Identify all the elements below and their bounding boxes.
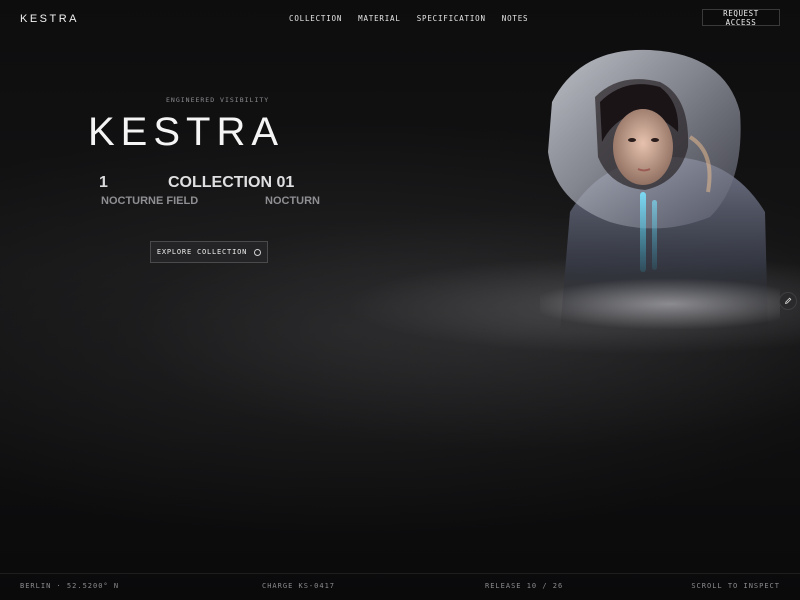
brand-logo[interactable]: KESTRA <box>20 13 79 25</box>
ticker-subtitle-left: NOCTURNE FIELD <box>101 195 199 207</box>
request-access-button[interactable]: REQUEST ACCESS <box>702 9 780 27</box>
hero-title: KESTRA <box>88 110 285 154</box>
nav-collection[interactable]: COLLECTION <box>289 14 342 23</box>
nav-notes[interactable]: NOTES <box>502 14 529 23</box>
ticker-collection-label: COLLECTION 01 <box>168 174 295 191</box>
edit-button[interactable] <box>779 292 797 310</box>
footer-release: RELEASE 10 / 26 <box>485 582 564 590</box>
explore-button-label: EXPLORE COLLECTION <box>156 248 248 256</box>
nav-material[interactable]: MATERIAL <box>358 14 401 23</box>
circle-icon <box>254 248 262 256</box>
pencil-icon <box>785 297 792 304</box>
ticker-subtitle-right: NOCTURN <box>265 195 320 207</box>
main-nav: COLLECTION MATERIAL SPECIFICATION NOTES <box>289 14 528 23</box>
footer-charge: CHARGE KS-0417 <box>262 582 336 590</box>
hero-eyebrow: ENGINEERED VISIBILITY <box>166 96 270 104</box>
ticker-number: 1 <box>99 174 108 191</box>
explore-collection-button[interactable]: EXPLORE COLLECTION <box>150 241 268 263</box>
model-image <box>540 49 780 332</box>
nav-specification[interactable]: SPECIFICATION <box>417 14 486 23</box>
footer-divider <box>0 573 800 574</box>
scroll-to-inspect[interactable]: SCROLL TO INSPECT <box>691 582 780 590</box>
footer-location: BERLIN · 52.5200° N <box>20 582 120 590</box>
